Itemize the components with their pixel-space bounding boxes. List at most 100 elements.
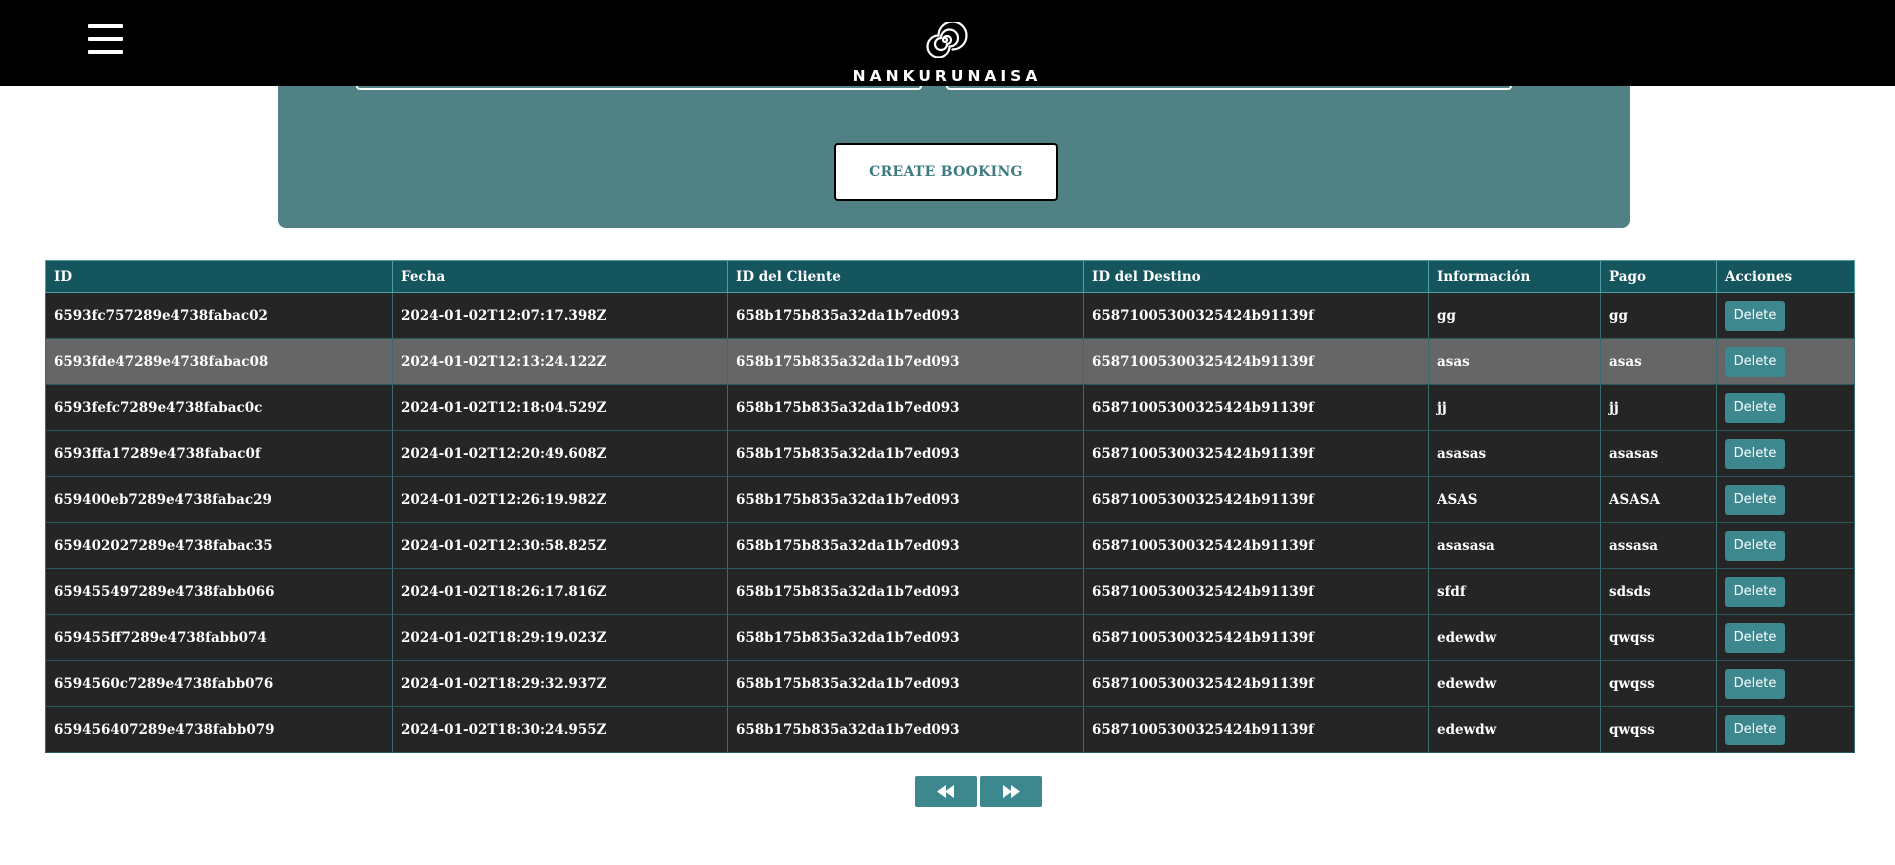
cell-informacion: edewdw: [1428, 660, 1601, 707]
cell-cliente: 658b175b835a32da1b7ed093: [727, 476, 1084, 523]
cell-destino: 65871005300325424b91139f: [1083, 522, 1429, 569]
cell-id: 6594560c7289e4738fabb076: [45, 660, 393, 707]
cell-informacion: sfdf: [1428, 568, 1601, 615]
cell-cliente: 658b175b835a32da1b7ed093: [727, 522, 1084, 569]
delete-button[interactable]: Delete: [1725, 622, 1785, 653]
column-header-acciones: Acciones: [1716, 260, 1855, 293]
cell-pago: asas: [1600, 338, 1717, 385]
table-row[interactable]: 659400eb7289e4738fabac29 2024-01-02T12:26…: [45, 476, 1855, 523]
cell-informacion: asasasa: [1428, 522, 1601, 569]
table-row[interactable]: 659455ff7289e4738fabb074 2024-01-02T18:29…: [45, 614, 1855, 661]
cell-pago: qwqss: [1600, 706, 1717, 753]
table-body: 6593fc757289e4738fabac02 2024-01-02T12:07…: [45, 292, 1855, 753]
bookings-table: ID Fecha ID del Cliente ID del Destino I…: [45, 260, 1855, 753]
cell-informacion: edewdw: [1428, 706, 1601, 753]
cell-acciones: Delete: [1716, 476, 1855, 523]
cell-acciones: Delete: [1716, 568, 1855, 615]
cell-acciones: Delete: [1716, 522, 1855, 569]
cell-acciones: Delete: [1716, 384, 1855, 431]
delete-button[interactable]: Delete: [1725, 392, 1785, 423]
delete-button[interactable]: Delete: [1725, 346, 1785, 377]
column-header-cliente[interactable]: ID del Cliente: [727, 260, 1084, 293]
cell-id: 6593fefc7289e4738fabac0c: [45, 384, 393, 431]
cell-id: 6593ffa17289e4738fabac0f: [45, 430, 393, 477]
table-row[interactable]: 6593fefc7289e4738fabac0c 2024-01-02T12:18…: [45, 384, 1855, 431]
cell-destino: 65871005300325424b91139f: [1083, 430, 1429, 477]
cell-destino: 65871005300325424b91139f: [1083, 706, 1429, 753]
cell-acciones: Delete: [1716, 660, 1855, 707]
cell-fecha: 2024-01-02T18:29:32.937Z: [392, 660, 728, 707]
cell-id: 659402027289e4738fabac35: [45, 522, 393, 569]
cell-pago: qwqss: [1600, 660, 1717, 707]
hamburger-menu-icon[interactable]: [88, 24, 123, 54]
cell-destino: 65871005300325424b91139f: [1083, 476, 1429, 523]
cell-fecha: 2024-01-02T18:30:24.955Z: [392, 706, 728, 753]
brand-logo[interactable]: NANKURUNAISA: [853, 18, 1037, 85]
cell-acciones: Delete: [1716, 292, 1855, 339]
cell-informacion: asas: [1428, 338, 1601, 385]
cell-informacion: gg: [1428, 292, 1601, 339]
cell-fecha: 2024-01-02T12:26:19.982Z: [392, 476, 728, 523]
cell-cliente: 658b175b835a32da1b7ed093: [727, 292, 1084, 339]
table-row[interactable]: 6594560c7289e4738fabb076 2024-01-02T18:29…: [45, 660, 1855, 707]
top-navbar: NANKURUNAISA: [0, 0, 1895, 86]
cell-destino: 65871005300325424b91139f: [1083, 568, 1429, 615]
delete-button[interactable]: Delete: [1725, 576, 1785, 607]
cell-informacion: ASAS: [1428, 476, 1601, 523]
cell-id: 659455ff7289e4738fabb074: [45, 614, 393, 661]
table-row[interactable]: 6593ffa17289e4738fabac0f 2024-01-02T12:20…: [45, 430, 1855, 477]
delete-button[interactable]: Delete: [1725, 668, 1785, 699]
cell-cliente: 658b175b835a32da1b7ed093: [727, 384, 1084, 431]
column-header-id[interactable]: ID: [45, 260, 393, 293]
cell-fecha: 2024-01-02T12:18:04.529Z: [392, 384, 728, 431]
delete-button[interactable]: Delete: [1725, 714, 1785, 745]
fast-forward-icon: [1003, 785, 1020, 798]
cell-destino: 65871005300325424b91139f: [1083, 384, 1429, 431]
cell-cliente: 658b175b835a32da1b7ed093: [727, 568, 1084, 615]
column-header-informacion[interactable]: Información: [1428, 260, 1601, 293]
column-header-pago[interactable]: Pago: [1600, 260, 1717, 293]
cell-cliente: 658b175b835a32da1b7ed093: [727, 660, 1084, 707]
cell-id: 6593fc757289e4738fabac02: [45, 292, 393, 339]
cell-cliente: 658b175b835a32da1b7ed093: [727, 338, 1084, 385]
delete-button[interactable]: Delete: [1725, 300, 1785, 331]
column-header-destino[interactable]: ID del Destino: [1083, 260, 1429, 293]
rewind-icon: [937, 785, 954, 798]
cell-fecha: 2024-01-02T12:13:24.122Z: [392, 338, 728, 385]
cell-destino: 65871005300325424b91139f: [1083, 660, 1429, 707]
delete-button[interactable]: Delete: [1725, 484, 1785, 515]
cell-informacion: jj: [1428, 384, 1601, 431]
cell-fecha: 2024-01-02T18:26:17.816Z: [392, 568, 728, 615]
cell-acciones: Delete: [1716, 614, 1855, 661]
table-row[interactable]: 659456407289e4738fabb079 2024-01-02T18:30…: [45, 706, 1855, 753]
cell-fecha: 2024-01-02T12:07:17.398Z: [392, 292, 728, 339]
cell-pago: assasa: [1600, 522, 1717, 569]
table-row[interactable]: 659402027289e4738fabac35 2024-01-02T12:30…: [45, 522, 1855, 569]
cell-pago: sdsds: [1600, 568, 1717, 615]
next-page-button[interactable]: [980, 776, 1042, 807]
cell-id: 6593fde47289e4738fabac08: [45, 338, 393, 385]
column-header-fecha[interactable]: Fecha: [392, 260, 728, 293]
delete-button[interactable]: Delete: [1725, 530, 1785, 561]
cell-informacion: edewdw: [1428, 614, 1601, 661]
cell-fecha: 2024-01-02T12:30:58.825Z: [392, 522, 728, 569]
cell-cliente: 658b175b835a32da1b7ed093: [727, 614, 1084, 661]
cell-cliente: 658b175b835a32da1b7ed093: [727, 706, 1084, 753]
table-row[interactable]: 6593fc757289e4738fabac02 2024-01-02T12:07…: [45, 292, 1855, 339]
previous-page-button[interactable]: [915, 776, 977, 807]
cell-destino: 65871005300325424b91139f: [1083, 292, 1429, 339]
cell-fecha: 2024-01-02T12:20:49.608Z: [392, 430, 728, 477]
cell-acciones: Delete: [1716, 706, 1855, 753]
cell-pago: qwqss: [1600, 614, 1717, 661]
delete-button[interactable]: Delete: [1725, 438, 1785, 469]
cell-informacion: asasas: [1428, 430, 1601, 477]
cell-id: 659456407289e4738fabb079: [45, 706, 393, 753]
table-row[interactable]: 659455497289e4738fabb066 2024-01-02T18:26…: [45, 568, 1855, 615]
table-row[interactable]: 6593fde47289e4738fabac08 2024-01-02T12:13…: [45, 338, 1855, 385]
cell-acciones: Delete: [1716, 338, 1855, 385]
create-booking-button[interactable]: CREATE BOOKING: [834, 143, 1058, 201]
cell-pago: ASASA: [1600, 476, 1717, 523]
cell-pago: jj: [1600, 384, 1717, 431]
cell-acciones: Delete: [1716, 430, 1855, 477]
cell-id: 659400eb7289e4738fabac29: [45, 476, 393, 523]
